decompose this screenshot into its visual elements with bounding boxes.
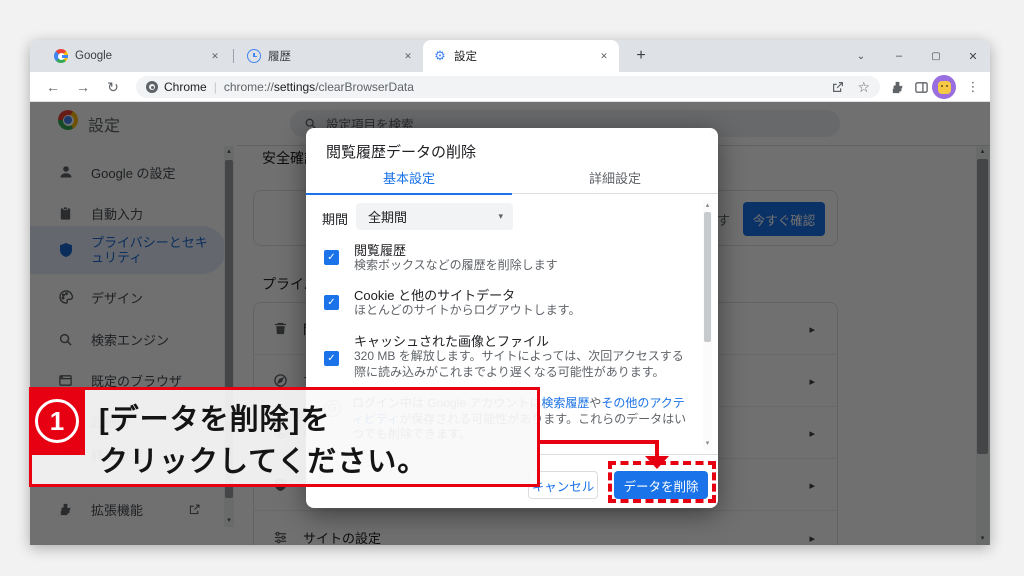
address-bar[interactable]: Chrome | chrome://settings/clearBrowserD… — [136, 76, 880, 98]
close-window-button[interactable]: ✕ — [962, 45, 984, 67]
maximize-button[interactable]: ▢ — [925, 45, 947, 67]
active-tab-underline — [306, 193, 512, 195]
desktop: Google 履歴 設定 + ⌄ – ▢ ✕ ← → ↻ — [0, 0, 1024, 576]
checkbox-cookies[interactable] — [324, 295, 339, 310]
step-number: 1 — [35, 399, 79, 443]
checkbox-browsing-history[interactable] — [324, 250, 339, 265]
dropdown-caret-icon — [498, 211, 503, 222]
google-favicon-icon — [54, 49, 68, 63]
tab-basic[interactable]: 基本設定 — [306, 166, 512, 193]
tab-search-chevron-icon[interactable]: ⌄ — [850, 45, 872, 67]
tab-history[interactable]: 履歴 — [237, 40, 423, 72]
scrollbar-thumb[interactable] — [704, 212, 711, 342]
chrome-site-icon — [146, 81, 158, 93]
annotation-line2: クリックしてください。 — [99, 438, 427, 480]
url-scheme: chrome:// — [224, 80, 274, 94]
tab-strip: Google 履歴 設定 + ⌄ – ▢ ✕ — [30, 40, 990, 72]
search-history-link[interactable]: 検索履歴 — [541, 396, 589, 410]
period-label: 期間 — [322, 209, 348, 228]
annotation-step-badge: 1 — [29, 387, 85, 455]
dialog-scrollbar[interactable] — [703, 200, 712, 450]
tab-label: Google — [75, 50, 201, 62]
bookmark-star-icon[interactable] — [857, 79, 870, 96]
close-tab-icon[interactable] — [597, 49, 611, 63]
close-tab-icon[interactable] — [208, 49, 222, 63]
tab-label: 履歴 — [268, 48, 394, 64]
url-host: settings — [274, 80, 315, 94]
reload-button[interactable]: ↻ — [102, 76, 124, 98]
item-description: 検索ボックスなどの履歴を削除します — [354, 257, 690, 273]
tab-settings[interactable]: 設定 — [423, 40, 619, 72]
site-label: Chrome — [164, 80, 207, 94]
close-tab-icon[interactable] — [401, 49, 415, 63]
dialog-tabs: 基本設定 詳細設定 — [306, 166, 718, 194]
period-select[interactable]: 全期間 — [356, 203, 513, 230]
annotation-arrow — [537, 440, 659, 444]
url-path: /clearBrowserData — [315, 80, 414, 94]
profile-avatar[interactable] — [932, 75, 956, 99]
share-icon[interactable] — [831, 80, 845, 94]
tab-label: 設定 — [454, 48, 590, 64]
tab-google[interactable]: Google — [44, 40, 230, 72]
url-separator: | — [207, 80, 224, 94]
extensions-puzzle-icon[interactable] — [886, 76, 908, 98]
new-tab-button[interactable]: + — [630, 45, 652, 67]
settings-favicon-icon — [433, 49, 447, 63]
annotation-highlight-box — [608, 461, 716, 503]
browser-toolbar: ← → ↻ Chrome | chrome://settings/clearBr… — [30, 72, 990, 102]
side-panel-icon[interactable] — [910, 76, 932, 98]
annotation-line1: [データを削除]を — [99, 396, 330, 438]
tab-separator — [233, 49, 234, 63]
item-description: ほとんどのサイトからログアウトします。 — [354, 302, 690, 318]
forward-button[interactable]: → — [72, 76, 94, 98]
item-description: 320 MB を解放します。サイトによっては、次回アクセスする際に読み込みがこれ… — [354, 348, 690, 380]
tab-advanced[interactable]: 詳細設定 — [512, 166, 718, 193]
dialog-title: 閲覧履歴データの削除 — [326, 141, 476, 162]
scroll-up-icon[interactable] — [703, 200, 712, 212]
avatar-face-icon — [938, 81, 951, 94]
minimize-button[interactable]: – — [888, 45, 910, 67]
checkbox-cached-files[interactable] — [324, 351, 339, 366]
back-button[interactable]: ← — [42, 76, 64, 98]
history-favicon-icon — [247, 49, 261, 63]
scroll-down-icon[interactable] — [703, 438, 712, 450]
browser-menu-icon[interactable] — [962, 76, 984, 98]
